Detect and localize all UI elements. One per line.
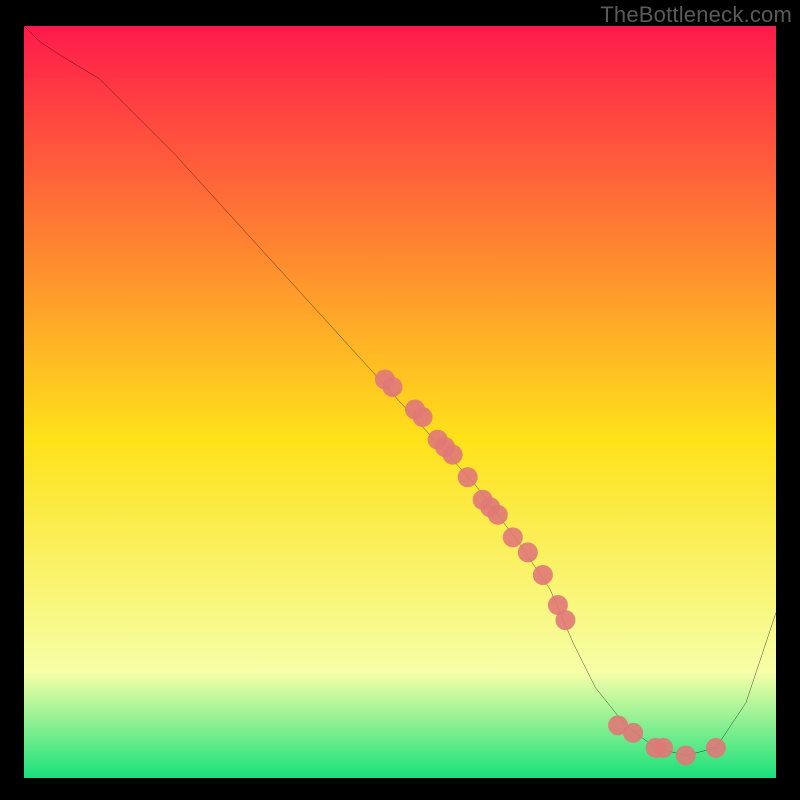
- scatter-point: [458, 467, 478, 487]
- scatter-point: [623, 723, 643, 743]
- scatter-point: [413, 407, 433, 427]
- scatter-point: [518, 542, 538, 562]
- scatter-point: [676, 745, 696, 765]
- scatter-point: [706, 738, 726, 758]
- chart-canvas: [24, 26, 776, 778]
- scatter-point: [503, 527, 523, 547]
- scatter-point: [382, 377, 402, 397]
- chart-stage: TheBottleneck.com: [0, 0, 800, 800]
- scatter-point: [555, 610, 575, 630]
- scatter-point: [533, 565, 553, 585]
- scatter-point: [488, 505, 508, 525]
- watermark-text: TheBottleneck.com: [600, 2, 792, 28]
- scatter-point: [653, 738, 673, 758]
- scatter-point: [443, 445, 463, 465]
